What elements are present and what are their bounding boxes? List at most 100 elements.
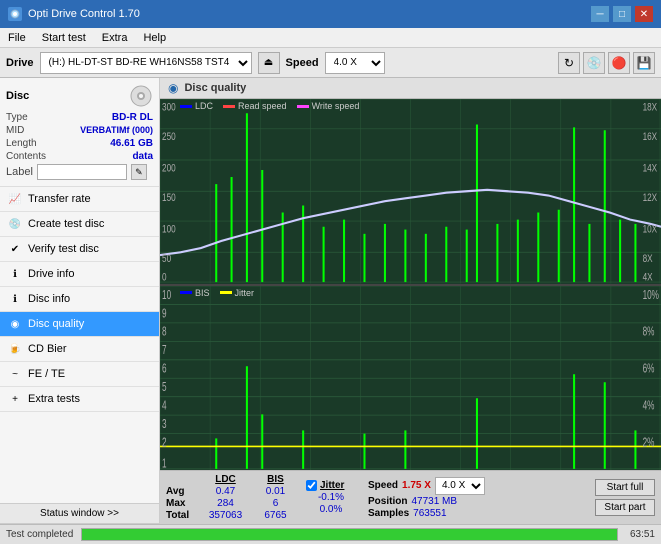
svg-text:300: 300 xyxy=(162,101,176,114)
speed-stat-select[interactable]: 4.0 X xyxy=(435,477,485,495)
title-bar: Opti Drive Control 1.70 ─ □ ✕ xyxy=(0,0,661,28)
maximize-button[interactable]: □ xyxy=(613,6,631,22)
stats-header-row: LDC BIS xyxy=(166,474,298,485)
stats-bar: LDC BIS Avg 0.47 0.01 Max 284 6 xyxy=(160,470,661,524)
label-label: Label xyxy=(6,166,33,178)
disc-quality-icon: ◉ xyxy=(8,317,22,331)
nav-cd-bier[interactable]: 🍺 CD Bier xyxy=(0,337,159,362)
start-part-button[interactable]: Start part xyxy=(595,499,655,516)
minimize-button[interactable]: ─ xyxy=(591,6,609,22)
app-title: Opti Drive Control 1.70 xyxy=(28,8,140,20)
charts-container: 300 250 200 150 100 50 0 18X 16X 14X 12X… xyxy=(160,99,661,470)
jitter-max-row: 0.0% xyxy=(306,504,356,515)
svg-text:7: 7 xyxy=(162,343,167,357)
nav-disc-info[interactable]: ℹ Disc info xyxy=(0,287,159,312)
stats-table: LDC BIS Avg 0.47 0.01 Max 284 6 xyxy=(166,474,298,521)
svg-text:8X: 8X xyxy=(643,253,653,266)
svg-text:6: 6 xyxy=(162,361,167,375)
jitter-legend-color xyxy=(220,291,232,294)
action-buttons: Start full Start part xyxy=(595,479,655,516)
bottom-progress-bar xyxy=(81,528,618,541)
svg-text:9: 9 xyxy=(162,306,167,320)
drive-bar: Drive (H:) HL-DT-ST BD-RE WH16NS58 TST4 … xyxy=(0,48,661,78)
max-label: Max xyxy=(166,498,198,509)
ldc-header: LDC xyxy=(198,474,253,485)
nav-fe-te[interactable]: ~ FE / TE xyxy=(0,362,159,387)
nav-transfer-rate[interactable]: 📈 Transfer rate xyxy=(0,187,159,212)
samples-value: 763551 xyxy=(413,508,446,519)
bottom-chart: 10 9 8 7 6 5 4 3 2 1 10% 8% 6% 4% 2% xyxy=(160,286,661,471)
nav-verify-test-disc[interactable]: ✔ Verify test disc xyxy=(0,237,159,262)
menu-start-test[interactable]: Start test xyxy=(34,28,94,47)
position-value: 47731 MB xyxy=(411,496,457,507)
verify-disc-icon: ✔ xyxy=(8,242,22,256)
svg-text:2: 2 xyxy=(162,435,167,449)
menu-extra[interactable]: Extra xyxy=(94,28,136,47)
eject-button[interactable]: ⏏ xyxy=(258,52,280,74)
disc-erase-icon[interactable]: 🔴 xyxy=(608,52,630,74)
mid-label: MID xyxy=(6,125,24,136)
right-panel: ◉ Disc quality xyxy=(160,78,661,524)
start-full-button[interactable]: Start full xyxy=(595,479,655,496)
bottom-legend: BIS Jitter xyxy=(180,288,254,298)
disc-title: Disc xyxy=(6,90,29,102)
jitter-checkbox[interactable] xyxy=(306,480,317,491)
speed-stat-label: Speed xyxy=(368,480,398,491)
length-value: 46.61 GB xyxy=(110,138,153,149)
avg-bis: 0.01 xyxy=(253,486,298,497)
svg-text:100: 100 xyxy=(162,223,176,236)
jitter-header: Jitter xyxy=(320,480,344,491)
disc-write-icon[interactable]: 💿 xyxy=(583,52,605,74)
window-controls: ─ □ ✕ xyxy=(591,6,653,22)
total-bis: 6765 xyxy=(253,510,298,521)
cd-bier-icon: 🍺 xyxy=(8,342,22,356)
read-speed-legend-label: Read speed xyxy=(238,101,287,111)
label-input[interactable] xyxy=(37,164,127,180)
nav-drive-info[interactable]: ℹ Drive info xyxy=(0,262,159,287)
extra-tests-icon: + xyxy=(8,392,22,406)
bottom-progress-fill xyxy=(82,529,617,540)
svg-text:4X: 4X xyxy=(643,271,653,283)
save-icon[interactable]: 💾 xyxy=(633,52,655,74)
avg-label: Avg xyxy=(166,486,198,497)
ldc-legend-color xyxy=(180,105,192,108)
length-label: Length xyxy=(6,138,37,149)
svg-text:6%: 6% xyxy=(643,361,655,375)
top-chart: 300 250 200 150 100 50 0 18X 16X 14X 12X… xyxy=(160,99,661,286)
ldc-legend-label: LDC xyxy=(195,101,213,111)
menu-file[interactable]: File xyxy=(0,28,34,47)
menu-help[interactable]: Help xyxy=(135,28,174,47)
bottom-status-text: Test completed xyxy=(6,529,73,540)
status-window-button[interactable]: Status window >> xyxy=(0,504,159,524)
position-row: Position 47731 MB xyxy=(368,496,485,507)
svg-text:12X: 12X xyxy=(643,192,658,205)
contents-value: data xyxy=(132,151,153,162)
label-edit-button[interactable]: ✎ xyxy=(131,164,147,180)
svg-text:200: 200 xyxy=(162,162,176,175)
avg-jitter: -0.1% xyxy=(306,492,356,503)
top-legend: LDC Read speed Write speed xyxy=(180,101,359,111)
svg-text:3: 3 xyxy=(162,417,167,431)
svg-text:2%: 2% xyxy=(643,435,655,449)
samples-label: Samples xyxy=(368,508,409,519)
max-bis: 6 xyxy=(253,498,298,509)
speed-label: Speed xyxy=(286,57,319,69)
type-label: Type xyxy=(6,112,28,123)
stats-avg-row: Avg 0.47 0.01 xyxy=(166,486,298,497)
top-chart-svg: 300 250 200 150 100 50 0 18X 16X 14X 12X… xyxy=(160,99,661,284)
nav-disc-quality[interactable]: ◉ Disc quality xyxy=(0,312,159,337)
speed-select[interactable]: 4.0 X xyxy=(325,52,385,74)
max-jitter: 0.0% xyxy=(306,504,356,515)
drive-select[interactable]: (H:) HL-DT-ST BD-RE WH16NS58 TST4 xyxy=(40,52,252,74)
svg-text:5: 5 xyxy=(162,380,167,394)
close-button[interactable]: ✕ xyxy=(635,6,653,22)
app-bottom-bar: Test completed 63:51 xyxy=(0,524,661,544)
drive-info-icon: ℹ xyxy=(8,267,22,281)
refresh-icon[interactable]: ↻ xyxy=(558,52,580,74)
disc-icon xyxy=(129,84,153,108)
nav-create-test-disc[interactable]: 💿 Create test disc xyxy=(0,212,159,237)
nav-extra-tests[interactable]: + Extra tests xyxy=(0,387,159,412)
drive-label: Drive xyxy=(6,57,34,69)
write-speed-legend-color xyxy=(297,105,309,108)
samples-row: Samples 763551 xyxy=(368,508,485,519)
